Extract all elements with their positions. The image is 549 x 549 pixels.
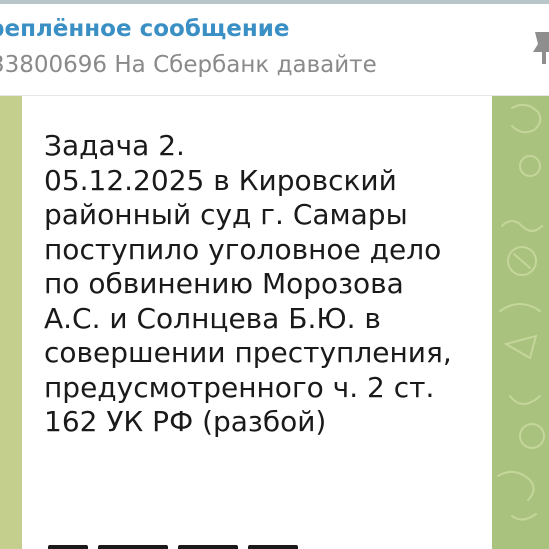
pinned-message-preview: 33800696 На Сбербанк давайте xyxy=(0,52,377,78)
chat-screen: реплённое сообщение 33800696 На Сбербанк… xyxy=(0,0,549,549)
cut-off-text-line xyxy=(44,540,304,549)
message-text: Задача 2. 05.12.2025 в Кировский районны… xyxy=(44,129,484,440)
message-line: предусмотренного ч. 2 ст. xyxy=(44,370,435,404)
message-line: совершении преступления, xyxy=(44,336,452,369)
message-line: А.С. и Солнцева Б.Ю. в xyxy=(44,301,381,335)
wallpaper-doodles xyxy=(497,103,545,521)
chat-background-left xyxy=(0,96,22,549)
pinned-message-title: реплённое сообщение xyxy=(0,16,290,42)
pin-icon[interactable] xyxy=(531,22,549,70)
message-line: районный суд г. Самары xyxy=(44,198,408,231)
message-line: 162 УК РФ (разбой) xyxy=(44,405,327,438)
message-line: поступило уголовное дело xyxy=(44,232,442,266)
message-line: Задача 2. xyxy=(44,129,185,162)
status-strip xyxy=(0,0,549,4)
message-line: по обвинению Морозова xyxy=(44,267,404,300)
pinned-message-bar[interactable]: реплённое сообщение 33800696 На Сбербанк… xyxy=(0,0,549,96)
message-line: 05.12.2025 в Кировский xyxy=(44,163,397,197)
